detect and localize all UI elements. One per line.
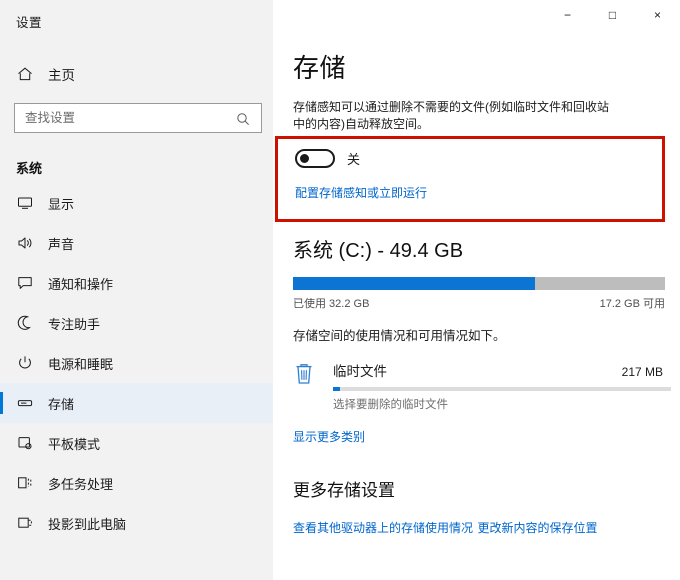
sidebar-item-projecting-label: 投影到此电脑 xyxy=(48,516,127,532)
storage-category-size: 217 MB xyxy=(621,365,663,379)
sidebar-item-display[interactable]: 显示 xyxy=(0,183,273,223)
sidebar: 设置 主页 系统 xyxy=(0,0,273,580)
sidebar-item-power-sleep[interactable]: 电源和睡眠 xyxy=(0,343,273,383)
page-title: 存储 xyxy=(293,53,347,83)
moon-icon xyxy=(16,314,34,332)
speech-bubble-icon xyxy=(16,274,34,292)
sidebar-item-focus-assist[interactable]: 专注助手 xyxy=(0,303,273,343)
trash-icon xyxy=(293,360,319,391)
search-input[interactable] xyxy=(25,105,235,131)
monitor-icon xyxy=(16,194,34,212)
page-description: 存储感知可以通过删除不需要的文件(例如临时文件和回收站中的内容)自动释放空间。 xyxy=(293,100,609,131)
settings-window: 设置 主页 系统 xyxy=(0,0,680,580)
sidebar-section-title: 系统 xyxy=(16,161,43,176)
storage-sense-toggle[interactable] xyxy=(295,149,335,168)
storage-category-header: 临时文件 217 MB xyxy=(333,360,671,380)
view-other-drives-link[interactable]: 查看其他驱动器上的存储使用情况 xyxy=(293,519,473,536)
sidebar-item-tablet-mode-label: 平板模式 xyxy=(48,436,101,452)
sidebar-item-storage-label: 存储 xyxy=(48,396,75,412)
storage-category-body: 临时文件 217 MB 选择要删除的临时文件 xyxy=(319,360,671,412)
configure-storage-sense-link[interactable]: 配置存储感知或立即运行 xyxy=(295,184,427,201)
show-more-categories-row: 显示更多类别 xyxy=(273,412,680,446)
sidebar-item-projecting[interactable]: 投影到此电脑 xyxy=(0,503,273,543)
app-title: 设置 xyxy=(16,16,43,30)
tablet-icon xyxy=(16,434,34,452)
drive-usage-legend: 已使用 32.2 GB 17.2 GB 可用 xyxy=(293,295,665,311)
storage-category-name: 临时文件 xyxy=(333,364,387,379)
close-button[interactable]: × xyxy=(635,0,680,30)
drive-used-label: 已使用 32.2 GB xyxy=(293,298,370,310)
sidebar-item-notifications[interactable]: 通知和操作 xyxy=(0,263,273,303)
sidebar-item-notifications-label: 通知和操作 xyxy=(48,276,114,292)
drive-usage-bar-fill xyxy=(293,277,535,290)
project-icon xyxy=(16,514,34,532)
toggle-state-label: 关 xyxy=(347,152,361,167)
search-icon[interactable] xyxy=(234,110,252,128)
main-content: − □ × 存储 存储感知可以通过删除不需要的文件(例如临时文件和回收站中的内容… xyxy=(273,0,680,580)
sidebar-item-display-label: 显示 xyxy=(48,196,75,212)
maximize-button[interactable]: □ xyxy=(590,0,635,30)
storage-category-row[interactable]: 临时文件 217 MB 选择要删除的临时文件 xyxy=(273,344,671,412)
sidebar-item-storage[interactable]: 存储 xyxy=(0,383,273,423)
more-settings-links: 查看其他驱动器上的存储使用情况 更改新内容的保存位置 xyxy=(273,501,680,537)
minimize-button[interactable]: − xyxy=(545,0,590,30)
sidebar-item-focus-assist-label: 专注助手 xyxy=(48,316,101,332)
sidebar-item-multitasking-label: 多任务处理 xyxy=(48,476,114,492)
drive-icon xyxy=(16,394,34,412)
sidebar-item-home[interactable]: 主页 xyxy=(0,57,273,91)
storage-category-bar xyxy=(333,387,671,391)
drive-title: 系统 (C:) - 49.4 GB xyxy=(293,240,464,262)
sidebar-item-sound[interactable]: 声音 xyxy=(0,223,273,263)
storage-category-subtitle: 选择要删除的临时文件 xyxy=(333,399,448,411)
search-box[interactable] xyxy=(14,103,262,133)
home-icon xyxy=(16,65,34,83)
sidebar-item-multitasking[interactable]: 多任务处理 xyxy=(0,463,273,503)
change-save-location-link[interactable]: 更改新内容的保存位置 xyxy=(477,519,597,536)
storage-sense-toggle-row: 关 xyxy=(273,133,680,168)
configure-storage-sense-row: 配置存储感知或立即运行 xyxy=(273,168,680,202)
speaker-icon xyxy=(16,234,34,252)
sidebar-nav-list: 显示 声音 通知和操作 专注助手 电源和睡眠 存储 平板模式 多任务处理 投影到… xyxy=(0,183,273,543)
drive-free-label: 17.2 GB 可用 xyxy=(599,298,665,310)
sidebar-item-power-sleep-label: 电源和睡眠 xyxy=(48,356,114,372)
drive-usage-bar xyxy=(293,277,665,290)
sidebar-item-sound-label: 声音 xyxy=(48,236,75,252)
more-settings-heading: 更多存储设置 xyxy=(293,481,395,500)
multitask-icon xyxy=(16,474,34,492)
drive-usage-note: 存储空间的使用情况和可用情况如下。 xyxy=(293,329,506,343)
power-icon xyxy=(16,354,34,372)
toggle-knob xyxy=(300,154,309,163)
window-titlebar: − □ × xyxy=(273,0,680,30)
storage-category-bar-fill xyxy=(333,387,340,391)
sidebar-item-home-label: 主页 xyxy=(48,68,75,83)
show-more-categories-link[interactable]: 显示更多类别 xyxy=(293,428,365,445)
sidebar-item-tablet-mode[interactable]: 平板模式 xyxy=(0,423,273,463)
